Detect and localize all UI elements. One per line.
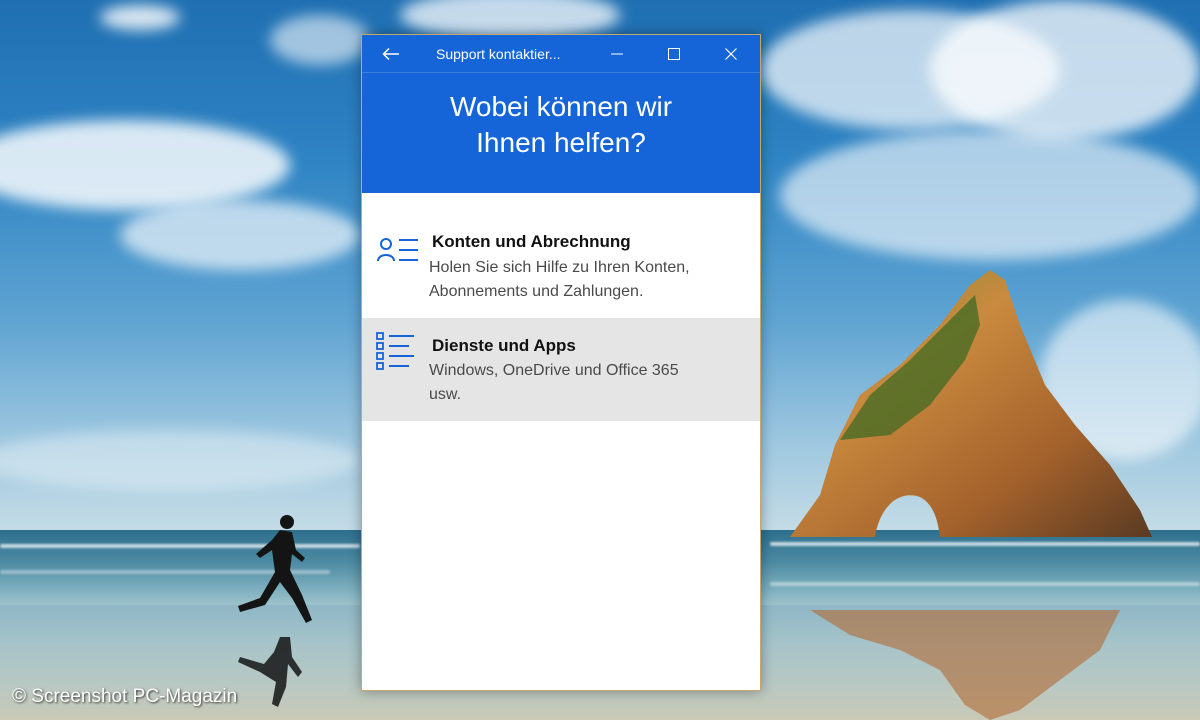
minimize-button[interactable] <box>594 35 640 73</box>
cloud <box>100 5 180 30</box>
back-button[interactable] <box>368 35 414 73</box>
maximize-button[interactable] <box>651 35 697 73</box>
back-arrow-icon <box>382 47 399 61</box>
maximize-icon <box>668 48 680 60</box>
support-window: Support kontaktier... Wobei können wir I… <box>361 34 761 691</box>
watermark: © Screenshot PC-Magazin <box>12 686 238 707</box>
checklist-icon <box>376 332 414 370</box>
rock-reflection <box>810 610 1120 720</box>
cloud <box>270 15 370 65</box>
option-title: Konten und Abrechnung <box>432 232 631 251</box>
runner-silhouette <box>238 515 312 623</box>
option-description-line: usw. <box>429 386 462 403</box>
window-title: Support kontaktier... <box>436 46 561 62</box>
option-accounts-billing[interactable]: Konten und Abrechnung Holen Sie sich Hil… <box>362 217 760 317</box>
close-icon <box>725 48 737 60</box>
cloud <box>780 130 1200 260</box>
rock-arch <box>790 270 1152 537</box>
page-title-line-2: Ihnen helfen? <box>476 127 646 158</box>
cloud <box>930 0 1200 140</box>
page-title-line-1: Wobei können wir <box>449 91 673 122</box>
option-description-line: Holen Sie sich Hilfe zu Ihren Konten, <box>429 259 690 276</box>
option-description: Holen Sie sich Hilfe zu Ihren Konten, Ab… <box>429 256 749 304</box>
person-list-icon <box>377 238 418 262</box>
minimize-icon <box>611 53 623 55</box>
cloud <box>120 200 360 270</box>
option-description-line: Abonnements und Zahlungen. <box>429 283 644 300</box>
title-bar: Support kontaktier... <box>362 35 760 73</box>
runner-reflection <box>238 637 302 707</box>
close-button[interactable] <box>708 35 754 73</box>
option-title: Dienste und Apps <box>432 336 576 355</box>
page-title: Wobei können wir Ihnen helfen? <box>362 89 760 161</box>
option-description: Windows, OneDrive und Office 365 usw. <box>429 359 749 407</box>
option-services-apps[interactable]: Dienste und Apps Windows, OneDrive und O… <box>362 318 760 421</box>
page-header: Wobei können wir Ihnen helfen? <box>362 73 760 193</box>
option-description-line: Windows, OneDrive und Office 365 <box>429 362 679 379</box>
